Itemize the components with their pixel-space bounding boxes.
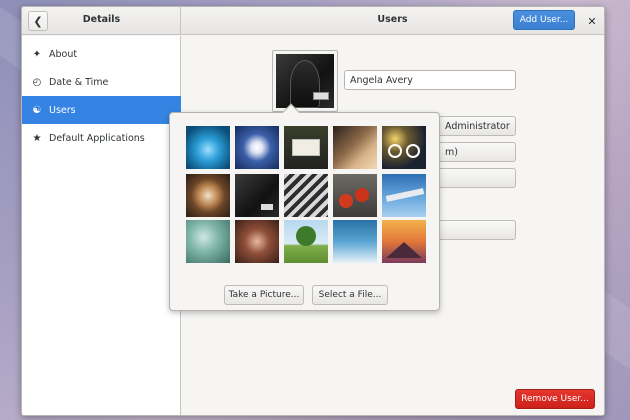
avatar-option-airplane[interactable] xyxy=(382,174,426,217)
avatar-option-tomatoes[interactable] xyxy=(333,174,377,217)
sidebar-item-label: About xyxy=(49,48,78,60)
avatar-option-book[interactable] xyxy=(284,126,328,169)
sidebar-item-label: Default Applications xyxy=(49,132,145,144)
book-shape xyxy=(292,139,320,156)
sidebar-item-date-time[interactable]: ◴ Date & Time xyxy=(22,68,181,96)
language-button[interactable]: m) xyxy=(436,142,516,162)
avatar xyxy=(276,54,334,108)
avatar-option-surfer[interactable] xyxy=(333,220,377,263)
users-icon: ☯ xyxy=(32,104,42,116)
avatar-option-flower[interactable] xyxy=(235,126,279,169)
full-name-field[interactable]: Angela Avery xyxy=(344,70,516,90)
guitar-pickup xyxy=(261,204,273,210)
avatar-option-calculator[interactable] xyxy=(284,174,328,217)
sidebar-title: Details xyxy=(82,14,121,25)
tomato-shape xyxy=(339,194,353,208)
star-sparkle-icon: ✦ xyxy=(32,48,42,60)
tomato-shape xyxy=(355,188,369,202)
avatar-option-guitar[interactable] xyxy=(235,174,279,217)
avatar-option-hummingbird[interactable] xyxy=(186,220,230,263)
sidebar-header: ❮ Details xyxy=(22,7,181,35)
guitar-image xyxy=(290,60,320,108)
sidebar: ✦ About ◴ Date & Time ☯ Users ★ Default … xyxy=(22,36,181,415)
sidebar-item-label: Date & Time xyxy=(49,76,109,88)
avatar-button[interactable] xyxy=(272,50,338,112)
guitar-pickup xyxy=(313,92,329,100)
clock-icon: ◴ xyxy=(32,76,42,88)
mountain-shape xyxy=(386,242,422,258)
avatar-option-headphones[interactable] xyxy=(235,220,279,263)
avatar-option-mountain[interactable] xyxy=(382,220,426,263)
account-type-administrator-button[interactable]: Administrator xyxy=(436,116,516,136)
avatar-option-bicycle[interactable] xyxy=(382,126,426,169)
settings-window: ❮ Details Users Add User... ✕ ✦ About ◴ … xyxy=(21,6,605,416)
select-file-button[interactable]: Select a File... xyxy=(312,285,388,305)
add-user-button[interactable]: Add User... xyxy=(513,10,575,30)
bicycle-wheel xyxy=(388,144,402,158)
sidebar-item-label: Users xyxy=(49,104,76,116)
close-icon: ✕ xyxy=(587,14,597,28)
account-activity-button[interactable] xyxy=(436,220,516,240)
avatar-option-coffee[interactable] xyxy=(186,174,230,217)
airplane-wing xyxy=(385,188,425,202)
password-button[interactable] xyxy=(436,168,516,188)
sidebar-item-about[interactable]: ✦ About xyxy=(22,40,181,68)
titlebar: ❮ Details Users Add User... ✕ xyxy=(22,7,604,35)
bicycle-wheel xyxy=(406,144,420,158)
avatar-picker-popover: Take a Picture... Select a File... xyxy=(169,103,440,311)
sidebar-item-users[interactable]: ☯ Users xyxy=(22,96,181,124)
sidebar-item-default-applications[interactable]: ★ Default Applications xyxy=(22,124,181,152)
avatar-option-water-drop[interactable] xyxy=(186,126,230,169)
remove-user-button[interactable]: Remove User... xyxy=(515,389,595,409)
avatar-option-tree[interactable] xyxy=(284,220,328,263)
close-button[interactable]: ✕ xyxy=(582,11,602,31)
take-picture-button[interactable]: Take a Picture... xyxy=(224,285,304,305)
tree-canopy xyxy=(296,226,316,246)
avatar-option-cat[interactable] xyxy=(333,126,377,169)
star-icon: ★ xyxy=(32,132,42,144)
